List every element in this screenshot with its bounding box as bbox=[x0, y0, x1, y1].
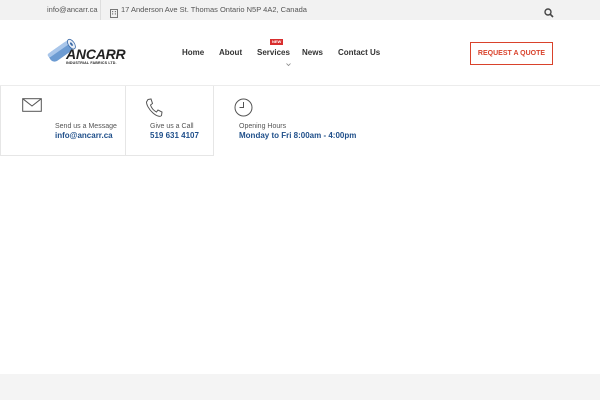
message-email-link[interactable]: info@ancarr.ca bbox=[55, 131, 113, 140]
info-box-hours: Opening Hours Monday to Fri 8:00am - 4:0… bbox=[214, 86, 600, 156]
request-quote-button[interactable]: REQUEST A QUOTE bbox=[470, 42, 553, 65]
nav-home[interactable]: Home bbox=[182, 48, 204, 57]
nav-services[interactable]: Services bbox=[257, 48, 290, 57]
building-icon bbox=[110, 5, 118, 18]
footer-band bbox=[0, 374, 600, 400]
info-box-message: Send us a Message info@ancarr.ca bbox=[0, 86, 126, 156]
logo-tagline: INDUSTRIAL FABRICS LTD. bbox=[66, 61, 117, 65]
topbar-divider bbox=[100, 0, 101, 20]
logo-brand: ANCARR bbox=[66, 46, 126, 62]
clock-icon bbox=[234, 98, 253, 122]
call-phone-link[interactable]: 519 631 4107 bbox=[150, 131, 199, 140]
envelope-icon bbox=[22, 98, 42, 117]
topbar-address: 17 Anderson Ave St. Thomas Ontario N5P 4… bbox=[121, 5, 307, 14]
site-header: ANCARR INDUSTRIAL FABRICS LTD. Home Abou… bbox=[0, 20, 600, 86]
hours-value: Monday to Fri 8:00am - 4:00pm bbox=[239, 131, 357, 140]
info-box-call: Give us a Call 519 631 4107 bbox=[126, 86, 214, 156]
call-label: Give us a Call bbox=[150, 123, 194, 130]
message-label: Send us a Message bbox=[55, 123, 117, 130]
new-badge: NEW bbox=[270, 39, 284, 45]
nav-contact-us[interactable]: Contact Us bbox=[338, 48, 380, 57]
top-bar: info@ancarr.ca 17 Anderson Ave St. Thoma… bbox=[0, 0, 600, 20]
phone-icon bbox=[145, 98, 163, 123]
chevron-down-icon[interactable] bbox=[286, 54, 291, 67]
search-icon[interactable] bbox=[544, 5, 554, 18]
nav-about[interactable]: About bbox=[219, 48, 242, 57]
nav-news[interactable]: News bbox=[302, 48, 323, 57]
hours-label: Opening Hours bbox=[239, 123, 287, 130]
site-logo[interactable]: ANCARR INDUSTRIAL FABRICS LTD. bbox=[46, 36, 126, 72]
topbar-email-link[interactable]: info@ancarr.ca bbox=[47, 5, 98, 14]
